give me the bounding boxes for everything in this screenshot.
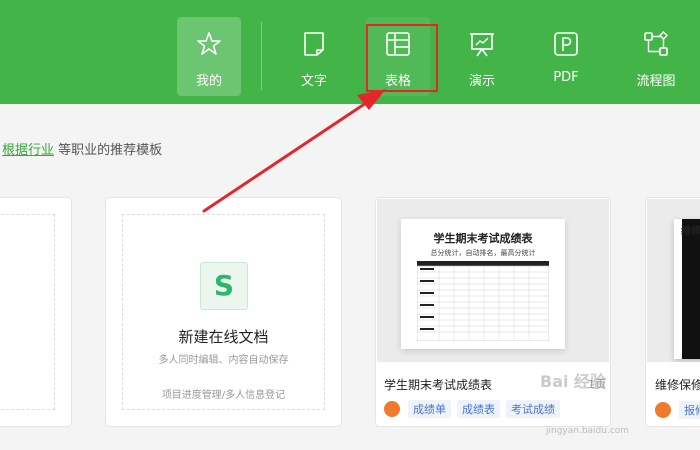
sheet-preview-grid [417,261,549,341]
nav-tab-label: 我的 [195,74,222,89]
industry-filter-link[interactable]: 根据行业 [2,143,54,158]
nav-tab-mine[interactable]: 我的 [177,17,241,96]
nav-tab-label: 流程图 [636,74,676,89]
new-document-subtitle: 多人同时编辑、内容自动保存 [158,355,289,366]
nav-tab-writer[interactable]: 文字 [282,17,346,96]
template-name: 学生期末考试成绩表 [384,378,493,392]
template-tag[interactable]: 成绩表 [457,400,500,418]
document-icon [304,32,324,56]
filter-description: 等职业的推荐模板 [58,143,163,158]
nav-tab-presentation[interactable]: 演示 [450,17,514,96]
nav-divider [261,22,262,90]
nav-tab-label: 文字 [300,74,327,89]
star-icon [197,32,221,55]
watermark-text: Bai 经验 [540,372,607,391]
flowchart-icon [644,31,668,56]
partial-card-left[interactable] [0,197,72,427]
sheet-preview: 学生期末考试成绩表 总分统计，自动排名，最高分统计 [401,219,565,349]
nav-tab-pdf[interactable]: PDF [534,17,598,96]
new-document-title: 新建在线文档 [178,328,269,346]
top-navigation-bar: 我的 文字 表格 演示 PDF 流程图 [0,0,700,104]
template-thumbnail: 学生期末考试成绩表 总分统计，自动排名，最高分统计 [377,199,609,362]
presentation-icon [470,33,494,57]
card-dashed-frame [122,214,325,410]
logo-letter: S [213,269,235,302]
new-online-document-card[interactable]: S 新建在线文档 多人同时编辑、内容自动保存 项目进度管理/多人信息登记 [105,197,342,427]
watermark: Bai 经验 jingyan.baidu.com [540,368,660,438]
nav-tab-flowchart[interactable]: 流程图 [624,17,688,96]
template-tag[interactable]: 成绩单 [408,400,451,418]
flame-logo-icon [384,401,400,417]
sheet-preview-title: 维修保 [681,226,700,237]
nav-tab-label: PDF [553,70,579,85]
template-tags: 报修 [655,401,700,419]
pdf-icon [554,32,578,56]
sheet-preview [674,219,700,359]
sheet-preview-title: 学生期末考试成绩表 [433,232,533,245]
sheet-dark-panel [682,219,700,359]
template-tags: 成绩单 成绩表 考试成绩 [384,400,566,418]
card-dashed-frame [0,214,55,410]
annotation-highlight-box [366,24,438,92]
watermark-url: jingyan.baidu.com [546,426,630,436]
new-document-footer: 项目进度管理/多人信息登记 [161,390,286,401]
template-name: 维修保修单 [655,378,700,392]
filter-line: 根据行业 等职业的推荐模板 [2,139,162,158]
sheet-preview-subtitle: 总分统计，自动排名，最高分统计 [430,249,536,257]
nav-tab-label: 演示 [468,74,495,89]
document-logo-icon: S [200,262,248,310]
template-tag[interactable]: 报修 [679,401,700,419]
